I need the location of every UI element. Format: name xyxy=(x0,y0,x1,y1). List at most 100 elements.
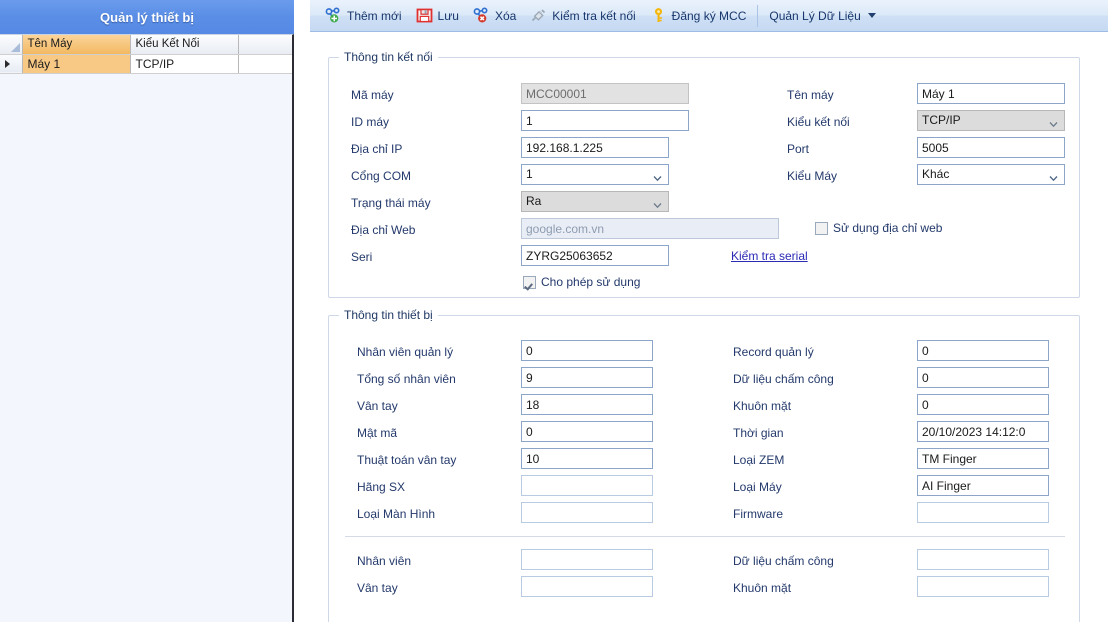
device-grid-table: Tên Máy Kiểu Kết Nối Máy 1 TCP/IP xyxy=(0,35,292,74)
page-title: Quản lý thiết bị xyxy=(0,0,294,34)
use-web-address-label: Sử dụng địa chỉ web xyxy=(833,221,943,235)
device-grid[interactable]: Tên Máy Kiểu Kết Nối Máy 1 TCP/IP xyxy=(0,34,294,622)
zem-type-input[interactable] xyxy=(917,448,1049,469)
checkbox-box xyxy=(523,275,536,289)
attendance-data-bottom-input[interactable] xyxy=(917,549,1049,570)
label-face: Khuôn mặt xyxy=(733,399,792,413)
label-fingerprint-algorithm: Thuật toán vân tay xyxy=(357,453,457,467)
machine-type-value: Khác xyxy=(922,167,950,181)
checkbox-box xyxy=(815,221,828,235)
label-manufacturer: Hãng SX xyxy=(357,480,406,494)
label-screen-type: Loại Màn Hình xyxy=(357,507,436,521)
plug-test-icon xyxy=(530,7,547,24)
register-mcc-label: Đăng ký MCC xyxy=(671,8,747,23)
delete-node-icon xyxy=(473,7,490,24)
com-port-value: 1 xyxy=(526,167,533,181)
manufacturer-input[interactable] xyxy=(521,475,653,496)
label-face-bottom: Khuôn mặt xyxy=(733,581,792,595)
add-new-button[interactable]: Thêm mới xyxy=(318,3,409,29)
label-attendance-data: Dữ liệu chấm công xyxy=(733,372,834,386)
label-firmware: Firmware xyxy=(733,507,783,521)
device-list-panel: Quản lý thiết bị Tên Máy Kiểu Kết Nối Má… xyxy=(0,0,308,622)
managed-records-input[interactable] xyxy=(917,340,1049,361)
label-ip-address: Địa chỉ IP xyxy=(351,142,403,156)
chevron-down-icon xyxy=(653,170,662,181)
connection-type-select[interactable]: TCP/IP xyxy=(917,110,1065,131)
cell-connection-type[interactable]: TCP/IP xyxy=(130,54,239,74)
label-machine-type: Kiểu Máy xyxy=(787,169,838,183)
cell-machine-name[interactable]: Máy 1 xyxy=(22,54,131,74)
machine-name-input[interactable] xyxy=(917,83,1065,104)
label-com-port: Cổng COM xyxy=(351,169,412,183)
label-machine-id: ID máy xyxy=(351,115,390,129)
port-input[interactable] xyxy=(917,137,1065,158)
chevron-down-icon xyxy=(1049,170,1058,181)
register-mcc-button[interactable]: Đăng ký MCC xyxy=(643,3,754,29)
toolbar-divider xyxy=(757,4,759,27)
save-label: Lưu xyxy=(437,8,459,23)
label-fingerprint-bottom: Vân tay xyxy=(357,581,398,595)
grid-select-all-corner[interactable] xyxy=(0,35,23,55)
fingerprint-bottom-input[interactable] xyxy=(521,576,653,597)
com-port-select[interactable]: 1 xyxy=(521,164,669,185)
cell-filler xyxy=(238,54,292,74)
attendance-data-input[interactable] xyxy=(917,367,1049,388)
chevron-down-icon xyxy=(1049,116,1058,127)
firmware-input[interactable] xyxy=(917,502,1049,523)
allow-use-label: Cho phép sử dụng xyxy=(541,275,641,289)
test-connection-button[interactable]: Kiểm tra kết nối xyxy=(523,3,642,29)
ip-address-input[interactable] xyxy=(521,137,669,158)
label-time: Thời gian xyxy=(733,426,784,440)
device-management-window: Quản lý thiết bị Tên Máy Kiểu Kết Nối Má… xyxy=(0,0,1108,622)
label-machine-state: Trạng thái máy xyxy=(351,196,431,210)
column-header-machine-name[interactable]: Tên Máy xyxy=(22,35,131,55)
device-info-legend: Thông tin thiết bị xyxy=(344,308,433,322)
device-time-input[interactable] xyxy=(917,421,1049,442)
label-password: Mật mã xyxy=(357,426,398,440)
machine-id-input[interactable] xyxy=(521,110,689,131)
label-serial: Seri xyxy=(351,250,373,264)
use-web-address-checkbox[interactable]: Sử dụng địa chỉ web xyxy=(815,221,942,235)
machine-code-input[interactable] xyxy=(521,83,689,104)
data-management-label: Quản Lý Dữ Liệu xyxy=(769,8,861,23)
delete-button[interactable]: Xóa xyxy=(466,3,523,29)
fingerprint-algorithm-input[interactable] xyxy=(521,448,653,469)
screen-type-input[interactable] xyxy=(521,502,653,523)
row-indicator-cell[interactable] xyxy=(0,54,23,74)
table-header-row: Tên Máy Kiểu Kết Nối xyxy=(0,35,292,55)
web-address-input[interactable] xyxy=(521,218,779,239)
fingerprint-input[interactable] xyxy=(521,394,653,415)
password-count-input[interactable] xyxy=(521,421,653,442)
check-serial-link[interactable]: Kiểm tra serial xyxy=(731,249,808,263)
label-attendance-data-bottom: Dữ liệu chấm công xyxy=(733,554,834,568)
section-divider xyxy=(345,536,1065,537)
save-button[interactable]: Lưu xyxy=(409,3,466,29)
face-count-input[interactable] xyxy=(917,394,1049,415)
serial-input[interactable] xyxy=(521,245,669,266)
add-node-icon xyxy=(325,7,342,24)
managed-staff-input[interactable] xyxy=(521,340,653,361)
device-detail-panel: Thêm mới Lưu Xóa Kiểm tra kết nối Đăng k… xyxy=(310,0,1108,622)
key-icon xyxy=(650,7,667,24)
label-web-address: Địa chỉ Web xyxy=(351,223,416,237)
add-new-label: Thêm mới xyxy=(347,8,402,23)
machine-state-select[interactable]: Ra xyxy=(521,191,669,212)
table-row[interactable]: Máy 1 TCP/IP xyxy=(0,54,292,74)
label-total-staff: Tổng số nhân viên xyxy=(357,372,456,386)
machine-model-input[interactable] xyxy=(917,475,1049,496)
total-staff-input[interactable] xyxy=(521,367,653,388)
machine-type-select[interactable]: Khác xyxy=(917,164,1065,185)
face-bottom-input[interactable] xyxy=(917,576,1049,597)
chevron-down-icon xyxy=(867,13,876,18)
connection-info-group: Thông tin kết nối Mã máy ID máy Địa chỉ … xyxy=(328,50,1080,298)
current-row-arrow-icon xyxy=(5,60,10,69)
label-connection-type: Kiểu kết nối xyxy=(787,115,850,129)
column-header-connection-type[interactable]: Kiểu Kết Nối xyxy=(130,35,239,55)
connection-info-legend: Thông tin kết nối xyxy=(344,50,433,64)
label-port: Port xyxy=(787,142,810,156)
staff-input[interactable] xyxy=(521,549,653,570)
label-machine-model: Loại Máy xyxy=(733,480,782,494)
allow-use-checkbox[interactable]: Cho phép sử dụng xyxy=(523,275,640,289)
data-management-menu[interactable]: Quản Lý Dữ Liệu xyxy=(762,3,882,29)
machine-state-value: Ra xyxy=(526,194,542,208)
